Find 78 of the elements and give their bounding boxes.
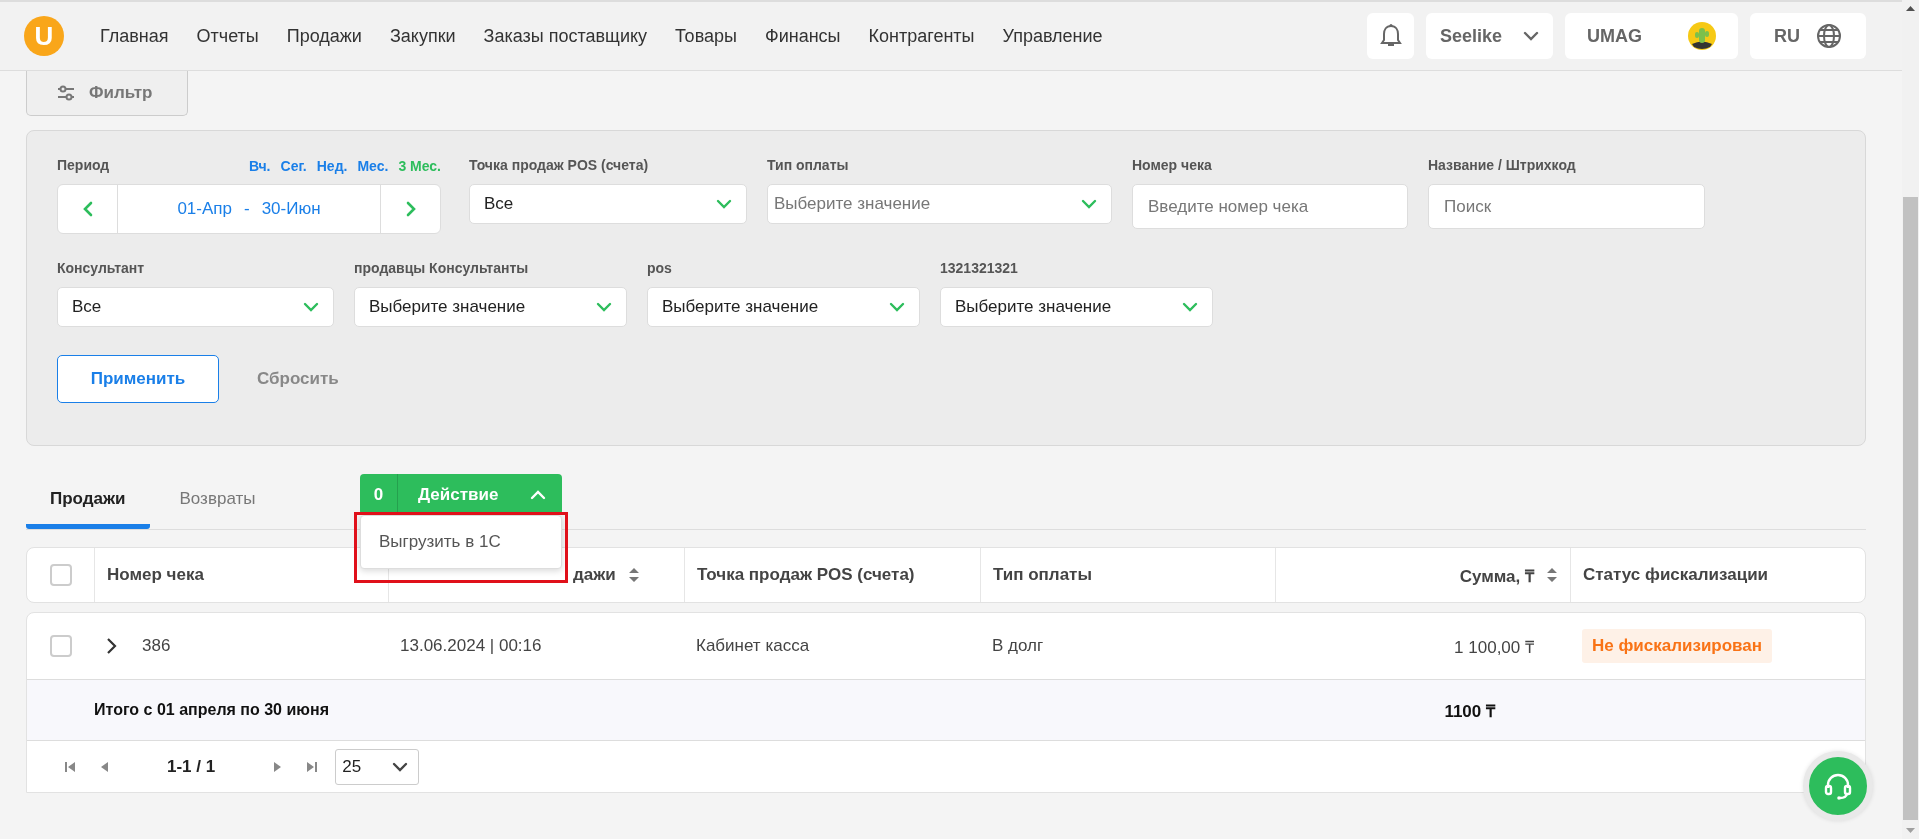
tab[interactable]: Возвраты <box>155 474 280 529</box>
chevron-icon <box>889 302 905 312</box>
nav-link[interactable]: Заказы поставщику <box>483 25 648 47</box>
range-start[interactable]: 01-Апр <box>177 199 232 219</box>
field-label: Период <box>57 157 110 174</box>
account-select[interactable]: Seelike <box>1426 13 1553 59</box>
total-label: Итого с 01 апреля по 30 июня <box>94 700 330 720</box>
select-field[interactable]: Выберите значение <box>940 287 1213 327</box>
table-cell: 13.06.2024 | 00:16 <box>400 636 542 656</box>
first-page-icon[interactable] <box>63 759 77 774</box>
table-cell: 386 <box>142 636 171 656</box>
chevron-icon <box>716 199 732 209</box>
chevron-icon <box>392 761 409 772</box>
chevron-left-icon <box>82 201 93 217</box>
select-field[interactable]: Выберите значение <box>354 287 627 327</box>
avatar-icon <box>1688 22 1716 50</box>
apply-button[interactable]: Применить <box>57 355 219 403</box>
chevron-icon <box>1523 31 1539 41</box>
nav-link[interactable]: Закупки <box>389 25 456 47</box>
nav-link[interactable]: Отчеты <box>196 25 259 47</box>
globe-icon <box>1816 23 1842 49</box>
field-label: pos <box>647 260 673 277</box>
total-sum: 1100 ₸ <box>1443 700 1497 723</box>
last-page-icon[interactable] <box>305 759 320 774</box>
column-header: Сумма, ₸ <box>1459 565 1534 587</box>
sort-icon[interactable] <box>627 567 640 583</box>
range-end[interactable]: 30-Июн <box>261 199 321 219</box>
column-header: Тип оплаты <box>993 565 1092 585</box>
nav-link[interactable]: Товары <box>675 25 737 47</box>
column-header: Статус фискализации <box>1583 565 1769 585</box>
chevron-icon <box>303 302 319 312</box>
menu-item[interactable]: Выгрузить в 1С <box>379 532 501 551</box>
chevron-icon <box>596 302 612 312</box>
checkbox[interactable] <box>49 564 72 586</box>
nav-link[interactable]: Контрагенты <box>868 25 975 47</box>
table-cell: Кабинет касса <box>696 636 810 656</box>
field-label: Название / Штрихкод <box>1428 157 1577 174</box>
headset-icon <box>1823 771 1853 801</box>
checkbox[interactable] <box>49 635 72 657</box>
store-button[interactable]: UMAG <box>1565 13 1738 59</box>
filter-button[interactable]: Фильтр <box>26 71 188 116</box>
chevron-icon <box>1081 199 1097 209</box>
field-label: Консультант <box>57 260 146 277</box>
nav-link[interactable]: Главная <box>100 25 169 47</box>
caret-icon <box>530 489 546 500</box>
column-header: Номер чека <box>107 565 204 585</box>
select-field[interactable]: Выберите значение <box>647 287 920 327</box>
support-button[interactable] <box>1803 751 1873 821</box>
input-field[interactable]: Введите номер чека <box>1132 184 1408 229</box>
field-label: Точка продаж POS (счета) <box>469 157 650 174</box>
column-header: дажи <box>573 565 616 585</box>
field-label: продавцы Консультанты <box>354 260 530 277</box>
page-size-select[interactable]: 25 <box>335 748 420 785</box>
bell-icon <box>1379 23 1402 49</box>
column-header: Точка продаж POS (счета) <box>697 565 915 585</box>
sort-icon[interactable] <box>1546 567 1558 583</box>
field-label: Тип оплаты <box>767 157 850 174</box>
select-field[interactable]: Выберите значение <box>767 184 1112 224</box>
nav-link[interactable]: Управление <box>1002 25 1103 47</box>
range-separator: - <box>244 199 250 219</box>
language-button[interactable]: RU <box>1750 13 1866 59</box>
nav-link[interactable]: Продажи <box>286 25 362 47</box>
input-field[interactable]: Поиск <box>1428 184 1705 229</box>
select-field[interactable]: Все <box>57 287 334 327</box>
page-range: 1-1 / 1 <box>167 756 216 777</box>
notifications-button[interactable] <box>1367 13 1414 59</box>
nav-link[interactable]: Финансы <box>764 25 841 47</box>
tab[interactable]: Продажи <box>26 474 150 529</box>
select-field[interactable]: Все <box>469 184 747 224</box>
chevron-right-icon <box>405 201 416 217</box>
table-cell: В долг <box>992 636 1044 656</box>
table-cell-text: 1 100,00 ₸ <box>1454 636 1534 658</box>
field-label: Номер чека <box>1132 157 1213 174</box>
chevron-icon <box>1182 302 1198 312</box>
sliders-icon <box>57 85 75 101</box>
status-tag: Не фискализирован <box>1582 629 1773 663</box>
chevron-right-icon[interactable] <box>106 637 118 655</box>
field-label: 1321321321 <box>940 260 1019 277</box>
